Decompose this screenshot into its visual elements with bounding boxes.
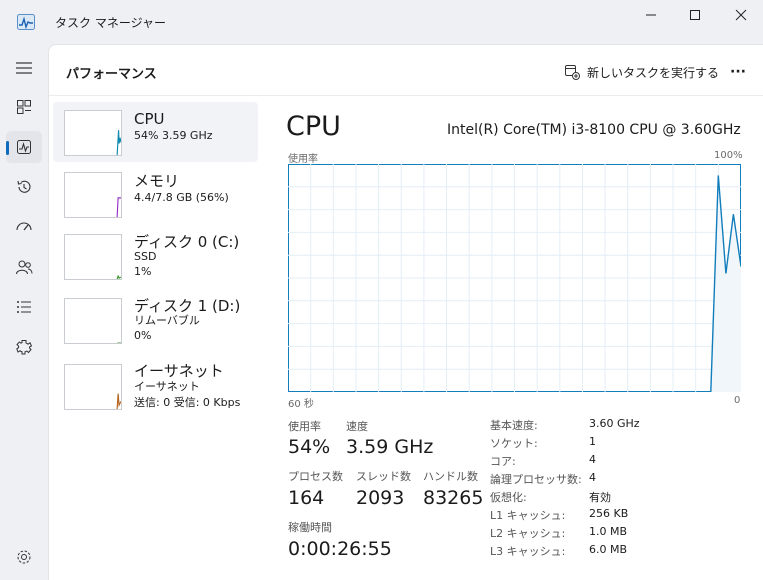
spec-value: 4 — [589, 471, 596, 484]
close-icon — [735, 9, 747, 21]
spec-key: L2 キャッシュ: — [490, 527, 566, 540]
app-title: タスク マネージャー — [55, 16, 166, 30]
uptime-label: 稼働時間 — [288, 521, 332, 534]
resource-name: メモリ — [134, 172, 180, 190]
usage-label: 使用率 — [288, 420, 321, 433]
handles-value: 83265 — [423, 487, 484, 509]
threads-value: 2093 — [356, 487, 405, 509]
resource-usage: 0% — [134, 329, 152, 342]
disk0-thumbnail-line — [116, 274, 121, 279]
resource-item-disk1[interactable]: ディスク 1 (D:) リムーバブル 0% — [53, 291, 258, 351]
resource-item-ethernet[interactable]: イーサネット イーサネット 送信: 0 受信: 0 Kbps — [53, 356, 258, 416]
performance-icon — [17, 140, 31, 154]
speed-value: 3.59 GHz — [346, 436, 434, 458]
spec-value: 256 KB — [589, 507, 629, 520]
resource-item-disk0[interactable]: ディスク 0 (C:) SSD 1% — [53, 227, 258, 287]
resource-adapter: イーサネット — [134, 380, 200, 393]
handles-label: ハンドル数 — [423, 470, 478, 483]
spec-value: 有効 — [589, 491, 611, 504]
spec-key: L3 キャッシュ: — [490, 545, 566, 558]
threads-label: スレッド数 — [356, 470, 411, 483]
nav-users[interactable] — [6, 251, 42, 283]
minimize-button[interactable] — [629, 0, 673, 30]
resource-type: SSD — [134, 250, 157, 263]
spec-key: 論理プロセッサ数: — [490, 473, 582, 486]
header-divider — [49, 95, 763, 96]
disk1-thumbnail — [64, 298, 122, 344]
nav-performance[interactable] — [6, 131, 42, 163]
resource-item-cpu[interactable]: CPU 54% 3.59 GHz — [53, 102, 258, 162]
close-button[interactable] — [719, 0, 763, 30]
spec-value: 3.60 GHz — [589, 417, 640, 430]
nav-app-history[interactable] — [6, 171, 42, 203]
page-title: パフォーマンス — [66, 67, 157, 82]
speed-label: 速度 — [346, 420, 368, 433]
nav-details[interactable] — [6, 291, 42, 323]
spec-key: 仮想化: — [490, 491, 527, 504]
nav-services[interactable] — [6, 331, 42, 363]
spec-key: ソケット: — [490, 437, 538, 450]
processes-label: プロセス数 — [288, 470, 343, 483]
details-icon — [17, 301, 31, 313]
run-new-task-label: 新しいタスクを実行する — [587, 65, 720, 80]
usage-value: 54% — [288, 436, 331, 458]
title-bar: タスク マネージャー — [0, 0, 763, 44]
hamburger-menu-button[interactable] — [6, 52, 42, 84]
memory-thumbnail — [64, 172, 122, 218]
processes-value: 164 — [288, 487, 325, 509]
ethernet-thumbnail-line — [116, 393, 121, 409]
cpu-thumbnail — [64, 110, 122, 156]
services-icon — [16, 340, 32, 355]
resource-usage: 1% — [134, 265, 152, 278]
graph-grid — [288, 164, 741, 392]
graph-xmax-label: 0 — [734, 395, 741, 406]
run-new-task-button[interactable]: 新しいタスクを実行する — [564, 60, 719, 84]
performance-panel: パフォーマンス 新しいタスクを実行する ··· CPU 54% 3.59 GHz… — [48, 44, 763, 580]
processes-icon — [17, 100, 31, 114]
spec-value: 6.0 MB — [589, 543, 628, 556]
app-history-icon — [17, 180, 31, 193]
maximize-icon — [690, 10, 700, 20]
nav-processes[interactable] — [6, 91, 42, 123]
graph-ymax-label: 100% — [714, 150, 743, 161]
more-options-icon: ··· — [730, 64, 746, 80]
cpu-thumbnail-line — [116, 130, 121, 155]
resource-throughput: 送信: 0 受信: 0 Kbps — [134, 396, 241, 409]
resource-name: CPU — [134, 110, 165, 128]
new-task-icon — [565, 65, 580, 80]
cpu-usage-graph — [288, 164, 741, 392]
spec-value: 1 — [589, 435, 596, 448]
spec-key: L1 キャッシュ: — [490, 509, 566, 522]
detail-title: CPU — [286, 111, 341, 142]
resource-usage: 4.4/7.8 GB (56%) — [134, 191, 229, 204]
nav-settings[interactable] — [6, 541, 42, 573]
disk0-thumbnail — [64, 234, 122, 280]
resource-type: リムーバブル — [134, 314, 200, 327]
spec-value: 4 — [589, 453, 596, 466]
resource-item-memory[interactable]: メモリ 4.4/7.8 GB (56%) — [53, 164, 258, 224]
more-options-button[interactable]: ··· — [724, 60, 752, 84]
startup-apps-icon — [16, 222, 32, 231]
graph-xmin-label: 60 秒 — [288, 399, 314, 410]
spec-key: コア: — [490, 455, 516, 468]
minimize-icon — [646, 14, 656, 16]
task-manager-icon — [17, 14, 35, 30]
ethernet-thumbnail — [64, 364, 122, 410]
memory-thumbnail-line — [116, 197, 121, 217]
spec-key: 基本速度: — [490, 419, 538, 432]
resource-name: イーサネット — [134, 362, 224, 380]
hamburger-menu-icon — [16, 62, 32, 74]
settings-icon — [17, 550, 31, 564]
resource-usage: 54% 3.59 GHz — [134, 129, 213, 142]
graph-ylabel: 使用率 — [288, 154, 318, 165]
uptime-value: 0:00:26:55 — [288, 538, 392, 560]
cpu-model: Intel(R) Core(TM) i3-8100 CPU @ 3.60GHz — [447, 122, 741, 138]
spec-value: 1.0 MB — [589, 525, 628, 538]
nav-startup-apps[interactable] — [6, 211, 42, 243]
maximize-button[interactable] — [673, 0, 717, 30]
users-icon — [16, 260, 33, 275]
